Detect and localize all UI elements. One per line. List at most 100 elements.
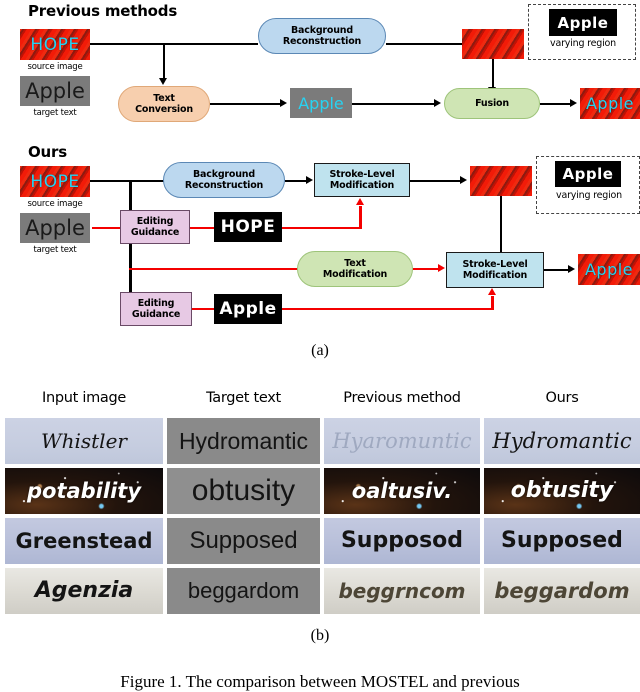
table-row-1-target-text: Hydromantic bbox=[167, 418, 320, 464]
connector-red-maskhope-right bbox=[282, 227, 362, 230]
node-editing-guidance-bottom[interactable]: Editing Guidance bbox=[120, 292, 192, 326]
connector-red-up-to-slmtop bbox=[359, 206, 362, 229]
connector-bgchip-to-fusion bbox=[492, 59, 495, 89]
ours-output-text: Apple bbox=[584, 260, 634, 279]
previous-converted-text-chip: Apple bbox=[290, 88, 352, 118]
previous-varying-region-mask: Apple bbox=[549, 9, 617, 36]
node-text-conversion[interactable]: Text Conversion bbox=[118, 86, 210, 122]
table-row-4-target-text: beggardom bbox=[167, 568, 320, 614]
node-line-1: Stroke-Level bbox=[329, 169, 395, 180]
arrowhead-right-ours-bgchip bbox=[460, 176, 467, 184]
node-line-2: Guidance bbox=[131, 309, 181, 320]
node-line-1: Background bbox=[193, 169, 255, 180]
connector-ours-bgchip-down bbox=[500, 196, 503, 254]
table-row-4-ours: beggardom bbox=[484, 568, 640, 614]
connector-red-egbottom-to-maskapple bbox=[192, 308, 214, 311]
connector-branch-down-textconv bbox=[163, 43, 166, 80]
node-line-1: Text bbox=[344, 258, 366, 269]
ours-title: Ours bbox=[28, 143, 67, 161]
connector-textconv-to-converted bbox=[210, 103, 282, 106]
connector-bgrecon-to-bgchip bbox=[386, 43, 462, 46]
column-header-ours: Ours bbox=[545, 390, 579, 406]
subfigure-a-label: (a) bbox=[311, 342, 329, 359]
arrowhead-down-textconv bbox=[159, 78, 167, 85]
connector-red-target-to-eg-top bbox=[92, 227, 120, 230]
table-row-2-previous-method: oaltusiv. bbox=[324, 468, 480, 514]
node-line-1: Fusion bbox=[475, 98, 509, 109]
node-stroke-level-modification-top[interactable]: Stroke-Level Modification bbox=[314, 163, 410, 197]
ours-output-chip: Apple bbox=[578, 254, 640, 285]
node-line-1: Editing bbox=[136, 216, 174, 227]
connector-ours-source-right bbox=[90, 180, 152, 183]
node-editing-guidance-top[interactable]: Editing Guidance bbox=[120, 210, 190, 244]
connector-source-to-bgrecon bbox=[90, 43, 258, 46]
previous-varying-region-box: Apple varying region bbox=[528, 4, 636, 60]
arrowhead-right-fusion bbox=[434, 99, 441, 107]
table-row-4-input-image: Agenzia bbox=[5, 568, 163, 614]
previous-output-text: Apple bbox=[585, 94, 635, 113]
node-stroke-level-modification-bottom[interactable]: Stroke-Level Modification bbox=[446, 252, 544, 288]
arrowhead-right-output-ours bbox=[568, 265, 575, 273]
previous-target-text-caption: target text bbox=[33, 108, 77, 118]
table-row-1-ours: Hydromantic bbox=[484, 418, 640, 464]
node-line-2: Modification bbox=[462, 270, 528, 281]
table-row-3-previous-method: Supposod bbox=[324, 518, 480, 564]
node-fusion[interactable]: Fusion bbox=[444, 88, 540, 119]
connector-red-up-to-slmbottom bbox=[491, 296, 494, 310]
connector-ours-vertical-trunk bbox=[129, 180, 132, 310]
previous-background-chip bbox=[462, 29, 524, 59]
connector-red-maskapple-right bbox=[282, 308, 494, 311]
node-background-reconstruction-previous[interactable]: Background Reconstruction bbox=[258, 18, 386, 54]
column-header-target-text: Target text bbox=[206, 390, 281, 406]
previous-varying-region-label: varying region bbox=[550, 38, 616, 49]
table-row-2-ours: obtusity bbox=[484, 468, 640, 514]
ours-varying-region-label: varying region bbox=[556, 190, 622, 201]
figure-caption: Figure 1. The comparison between MOSTEL … bbox=[120, 672, 520, 691]
ours-varying-region-mask: Apple bbox=[555, 161, 621, 187]
ours-mask-apple: Apple bbox=[214, 294, 282, 324]
previous-output-chip: Apple bbox=[580, 88, 640, 119]
node-line-1: Stroke-Level bbox=[462, 259, 528, 270]
arrowhead-right-converted bbox=[280, 99, 287, 107]
node-line-2: Modification bbox=[322, 269, 388, 280]
node-line-2: Conversion bbox=[135, 104, 193, 115]
previous-source-image-text: HOPE bbox=[30, 34, 80, 55]
column-header-input-image: Input image bbox=[41, 390, 127, 406]
table-row-4-previous-method: beggrncom bbox=[324, 568, 480, 614]
table-row-3-ours: Supposed bbox=[484, 518, 640, 564]
node-line-1: Editing bbox=[137, 298, 175, 309]
connector-slmbottom-to-output bbox=[544, 269, 570, 272]
node-line-1: Background bbox=[291, 25, 353, 36]
connector-converted-to-fusion bbox=[352, 103, 436, 106]
node-text-modification[interactable]: Text Modification bbox=[297, 251, 413, 287]
previous-source-image-caption: source image bbox=[27, 62, 83, 72]
table-row-2-target-text: obtusity bbox=[167, 468, 320, 514]
ours-target-text-thumb: Apple bbox=[20, 213, 90, 243]
arrowhead-right-slm-bottom bbox=[438, 264, 445, 272]
arrowhead-right-slm-top bbox=[306, 176, 313, 184]
ours-mask-hope: HOPE bbox=[214, 212, 282, 242]
node-line-2: Guidance bbox=[130, 227, 180, 238]
subfigure-b-label: (b) bbox=[310, 627, 330, 644]
node-line-2: Modification bbox=[329, 180, 395, 191]
connector-slmtop-to-bgchip bbox=[410, 180, 462, 183]
connector-red-trunk-to-textmod bbox=[129, 268, 299, 271]
ours-target-text-caption: target text bbox=[33, 245, 77, 255]
arrowhead-up-slm-top bbox=[356, 198, 364, 205]
column-header-previous-method: Previous method bbox=[343, 390, 461, 406]
previous-target-text-thumb: Apple bbox=[20, 76, 90, 106]
ours-source-image-caption: source image bbox=[27, 199, 83, 209]
connector-red-textmod-to-slmbottom bbox=[413, 268, 441, 271]
ours-varying-region-box: Apple varying region bbox=[536, 156, 640, 214]
connector-red-egtop-to-maskhope bbox=[190, 227, 214, 230]
table-row-3-input-image: Greenstead bbox=[5, 518, 163, 564]
table-row-2-input-image: potability bbox=[5, 468, 163, 514]
connector-fusion-to-output bbox=[540, 103, 572, 106]
arrowhead-right-output-previous bbox=[570, 99, 577, 107]
arrowhead-up-slm-bottom-red bbox=[488, 288, 496, 295]
ours-source-image-text: HOPE bbox=[30, 171, 80, 192]
node-line-2: Reconstruction bbox=[282, 36, 362, 47]
ours-background-chip bbox=[470, 166, 532, 196]
previous-methods-title: Previous methods bbox=[28, 2, 178, 20]
node-background-reconstruction-ours[interactable]: Background Reconstruction bbox=[163, 162, 285, 198]
